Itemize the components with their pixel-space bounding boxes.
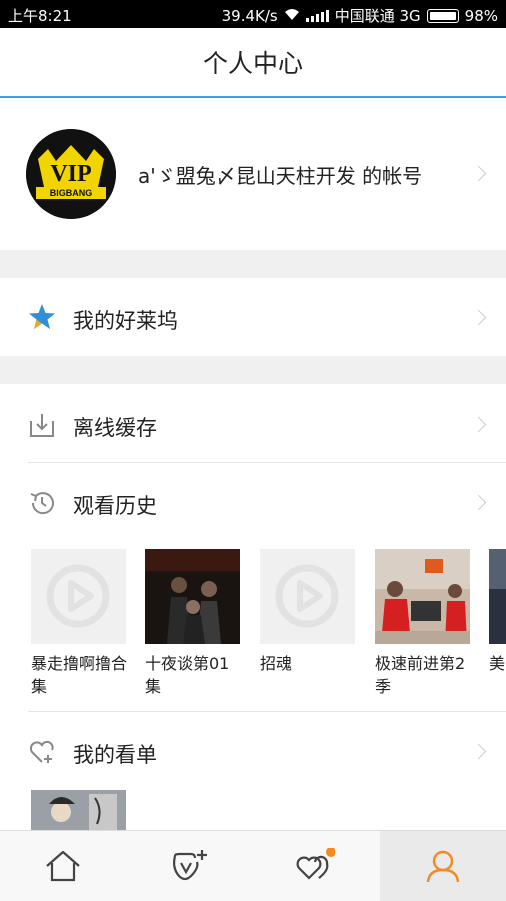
bottom-tab-bar (0, 830, 506, 901)
chevron-right-icon (470, 309, 487, 326)
chevron-right-icon (470, 416, 487, 433)
history-icon (28, 489, 56, 517)
page-title: 个人中心 (202, 49, 303, 78)
status-time: 上午8:21 (8, 7, 72, 25)
heart-plus-icon (28, 738, 56, 766)
history-item-title: 极速前进第2季 (375, 654, 466, 696)
history-thumb-poster[interactable] (145, 549, 240, 644)
history-item-title: 招魂 (260, 654, 293, 673)
tab-subscribe[interactable] (126, 831, 252, 901)
tab-hearts[interactable] (252, 831, 378, 901)
avatar-label: BIGBANG (49, 188, 93, 198)
chevron-right-icon (470, 743, 487, 760)
chevron-right-icon (470, 494, 487, 511)
profile-name: a'ゞ盟兔〆昆山天柱开发 的帐号 (138, 164, 423, 188)
tab-home[interactable] (0, 831, 126, 901)
user-icon (426, 850, 460, 883)
menu-label-hollywood: 我的好莱坞 (73, 309, 178, 333)
status-bar: 上午8:21 39.4K/s 中国联通 3G 98% (0, 0, 506, 28)
history-thumb-placeholder[interactable] (260, 549, 355, 644)
section-gap (0, 250, 506, 278)
battery-level: 98% (464, 6, 498, 25)
signal-icon (305, 9, 329, 22)
menu-item-history[interactable]: 观看历史 (0, 463, 506, 543)
carrier-label: 中国联通 3G (334, 7, 421, 25)
menu-item-watchlist[interactable]: 我的看单 (0, 712, 506, 792)
network-speed: 39.4K/s (221, 6, 278, 25)
chevron-right-icon (470, 165, 487, 182)
menu-label-offline: 离线缓存 (73, 416, 157, 440)
profile-row[interactable]: VIP BIGBANG a'ゞ盟兔〆昆山天柱开发 的帐号 (0, 98, 506, 250)
svg-text:VIP: VIP (50, 161, 91, 187)
star-icon (28, 303, 56, 331)
home-icon (46, 850, 80, 882)
history-thumb-poster[interactable] (375, 549, 470, 644)
history-thumb-placeholder[interactable] (31, 549, 126, 644)
hearts-icon (296, 848, 335, 880)
history-item-title: 美 (489, 654, 506, 673)
menu-item-offline[interactable]: 离线缓存 (0, 384, 506, 462)
subscribe-icon (173, 850, 207, 881)
history-item-title: 十夜谈第01集 (145, 654, 230, 696)
menu-item-hollywood[interactable]: 我的好莱坞 (0, 278, 506, 356)
battery-icon (426, 8, 459, 23)
history-item-title: 暴走撸啊撸合集 (31, 654, 128, 696)
section-gap (0, 356, 506, 384)
wifi-icon (284, 7, 300, 25)
menu-label-history: 观看历史 (73, 494, 157, 518)
status-right: 39.4K/s 中国联通 3G 98% (222, 5, 498, 26)
download-icon (28, 411, 56, 439)
menu-label-watchlist: 我的看单 (73, 743, 157, 767)
tab-user[interactable] (380, 831, 506, 901)
history-thumb-poster[interactable] (489, 549, 506, 644)
avatar: VIP BIGBANG (26, 129, 116, 219)
watchlist-thumb-poster[interactable] (31, 790, 126, 830)
page-header: 个人中心 (0, 28, 506, 98)
